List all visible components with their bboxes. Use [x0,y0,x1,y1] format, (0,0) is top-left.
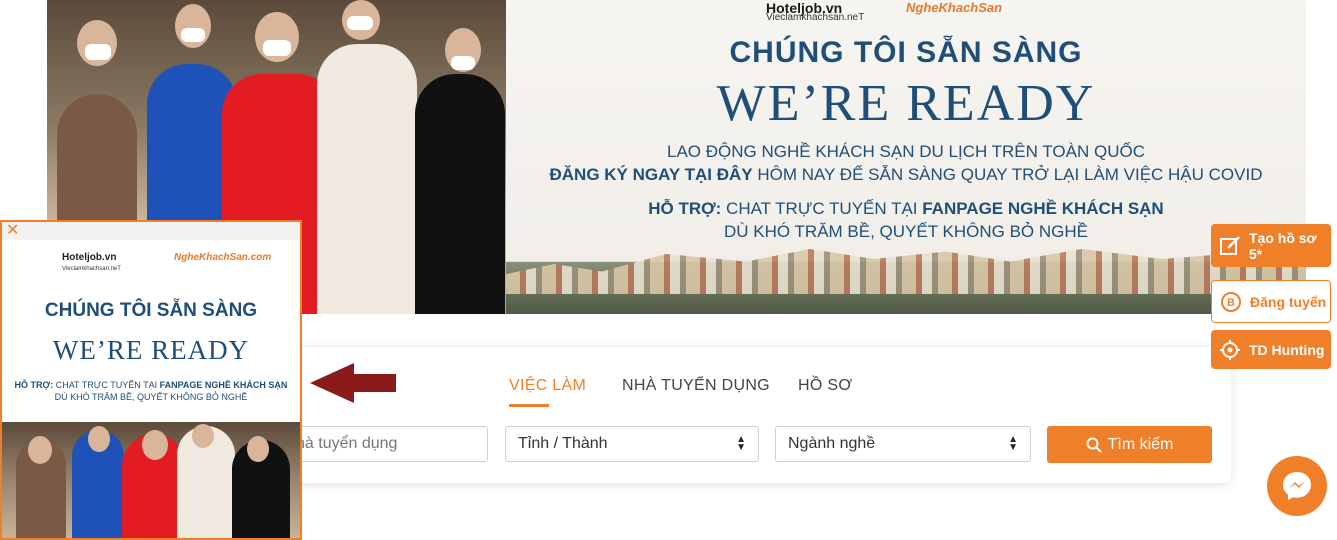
search-icon [1086,437,1102,453]
popup-logos: Hoteljob.vn Vieclamkhachsan.neT NgheKhac… [2,250,300,280]
popup-line-1-bold1: HỖ TRỢ: [14,380,54,390]
banner-logos: Hoteljob.vn Vieclamkhachsan.neT NgheKhac… [766,0,1036,26]
active-tab-underline [509,404,549,407]
province-select[interactable]: Tỉnh / Thành ▲ ▼ [505,426,759,462]
industry-value: Ngành nghề [788,435,876,452]
popup-close-bar [2,222,300,240]
popup-hoteljob-logo-sub: Vieclamkhachsan.neT [62,266,121,272]
banner-line-3-bold2: FANPAGE NGHỀ KHÁCH SẠN [922,199,1164,218]
svg-text:B: B [1227,297,1235,309]
popup-hoteljob-logo: Hoteljob.vn [62,252,117,263]
banner-line-1: LAO ĐỘNG NGHỀ KHÁCH SẠN DU LỊCH TRÊN TOÀ… [667,142,1145,161]
coin-b-icon: B [1220,291,1242,313]
town-illustration [506,244,1306,314]
banner-line-2-bold: ĐĂNG KÝ NGAY TẠI ĐÂY [549,165,753,184]
edit-icon [1219,235,1241,257]
banner-line-3-mid: CHAT TRỰC TUYẾN TẠI [721,199,923,218]
popup-staff-photo [2,422,300,538]
banner-line-2: ĐĂNG KÝ NGAY TẠI ĐÂY HÔM NAY ĐỂ SẴN SÀNG… [506,165,1306,185]
arrow-shaft [352,374,396,392]
close-icon[interactable]: ✕ [6,222,19,240]
messenger-icon [1283,472,1311,500]
create-cv-label: Tạo hồ sơ 5* [1249,229,1317,262]
popup-title-vi: CHÚNG TÔI SẴN SÀNG [44,300,258,321]
nghekhachsan-logo: NgheKhachSan [906,0,1003,15]
tab-employers[interactable]: NHÀ TUYỂN DỤNG [622,377,770,395]
td-hunting-button[interactable]: TD Hunting [1211,330,1331,369]
post-job-label: Đăng tuyển [1250,293,1327,310]
select-arrows-icon: ▲ ▼ [1008,434,1018,453]
banner-line-4: DÙ KHÓ TRĂM BỀ, QUYẾT KHÔNG BỎ NGHỀ [724,222,1088,241]
popup-line-1-mid: CHAT TRỰC TUYẾN TẠI [53,380,160,390]
popup-ad[interactable]: ✕ Hoteljob.vn Vieclamkhachsan.neT NgheKh… [0,220,302,540]
keyword-search-input[interactable]: hà tuyển dụng [283,426,488,462]
keyword-placeholder: hà tuyển dụng [296,435,398,452]
arrow-left-icon [310,363,354,403]
popup-nghekhachsan-logo: NgheKhachSan.com [174,252,272,263]
province-value: Tỉnh / Thành [518,435,608,452]
search-button-label: Tìm kiếm [1107,435,1174,453]
popup-title-en: WE’RE READY [52,335,250,365]
banner-title-vi: CHÚNG TÔI SẴN SÀNG [729,36,1083,69]
popup-line-1-bold2: FANPAGE NGHỀ KHÁCH SẠN [159,380,288,390]
crosshair-icon [1219,339,1241,361]
banner-line-3-bold1: HỖ TRỢ: [648,199,722,218]
industry-select[interactable]: Ngành nghề ▲ ▼ [775,426,1031,462]
tab-jobs[interactable]: VIỆC LÀM [509,377,586,395]
td-hunting-label: TD Hunting [1249,341,1325,358]
messenger-chat-button[interactable] [1267,456,1327,516]
tab-resumes[interactable]: HỒ SƠ [798,377,852,395]
create-cv-button[interactable]: Tạo hồ sơ 5* [1211,224,1331,267]
search-panel: VIỆC LÀM NHÀ TUYỂN DỤNG HỒ SƠ hà tuyển d… [283,347,1231,483]
select-arrows-icon: ▲ ▼ [736,434,746,453]
hoteljob-logo-sub: Vieclamkhachsan.neT [766,12,865,23]
banner-line-3: HỖ TRỢ: CHAT TRỰC TUYẾN TẠI FANPAGE NGHỀ… [506,199,1306,219]
popup-line-2: DÙ KHÓ TRĂM BỀ, QUYẾT KHÔNG BỎ NGHỀ [54,392,248,402]
popup-line-1: HỖ TRỢ: CHAT TRỰC TUYẾN TẠI FANPAGE NGHỀ… [2,380,300,390]
search-button[interactable]: Tìm kiếm [1047,426,1212,463]
banner-line-2-rest: HÔM NAY ĐỂ SẴN SÀNG QUAY TRỞ LẠI LÀM VIỆ… [752,165,1263,184]
post-job-button[interactable]: B Đăng tuyển [1211,280,1331,323]
banner-title-en: WE’RE READY [716,75,1096,132]
banner-text-area: Hoteljob.vn Vieclamkhachsan.neT NgheKhac… [506,0,1306,314]
